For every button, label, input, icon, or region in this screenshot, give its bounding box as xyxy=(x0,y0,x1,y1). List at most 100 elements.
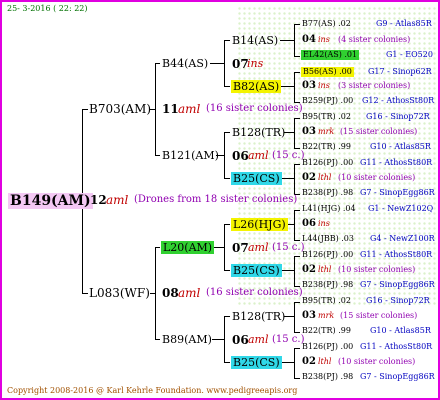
connector xyxy=(224,86,230,87)
dam-gen: 08 xyxy=(162,286,179,300)
note-l2-3: (15 c.) xyxy=(272,242,305,253)
connector xyxy=(280,40,294,41)
ancestor-a-2[interactable]: B56(AS) .00 xyxy=(301,67,354,77)
note-l2-2: (15 c.) xyxy=(272,150,305,161)
connector xyxy=(224,40,230,41)
connector xyxy=(224,132,225,178)
mid-note-4: (10 sister colonies) xyxy=(338,173,416,182)
ancestor-a-3[interactable]: B95(TR) .02 xyxy=(302,113,351,121)
queen-l2-1[interactable]: B44(AS) xyxy=(162,58,208,69)
mid-race-7: mrk xyxy=(318,311,335,320)
connector xyxy=(294,72,295,102)
gen-l2-4: 06 xyxy=(232,333,249,347)
connector xyxy=(294,302,295,332)
mid-gen-2: 03 xyxy=(302,80,316,91)
ancestor-b-tag-3: G10 - Atlas85R xyxy=(370,142,431,151)
mid-note-1: (4 sister colonies) xyxy=(338,35,411,44)
sire-gen: 11 xyxy=(162,102,179,116)
connector xyxy=(224,178,230,179)
ancestor-a-7[interactable]: B95(TR) .02 xyxy=(302,297,351,305)
dam-race: aml xyxy=(178,286,201,300)
ancestor-a-5[interactable]: L41(HJG) .04 xyxy=(302,205,356,213)
mid-note-7: (15 sister colonies) xyxy=(340,311,418,320)
connector xyxy=(82,109,88,110)
ancestor-b-2[interactable]: B259(PJ) .00 xyxy=(302,97,353,105)
connector xyxy=(294,210,300,211)
race-l2-3: aml xyxy=(248,241,269,254)
mid-gen-8: 02 xyxy=(302,356,316,367)
queen-l3-1[interactable]: B14(AS) xyxy=(232,35,278,46)
dam-note: (16 sister colonies) xyxy=(206,287,303,298)
ancestor-b-4[interactable]: B238(PJ) .98 xyxy=(302,189,353,197)
ancestor-b-7[interactable]: B22(TR) .99 xyxy=(302,327,351,335)
ancestor-a-tag-7: G16 - Sinop72R xyxy=(366,296,430,305)
mid-race-2: ins xyxy=(318,81,330,90)
header-date: 25- 3-2016 ( 22: 22) xyxy=(7,4,88,13)
note-l2-4: (15 c.) xyxy=(272,334,305,345)
queen-l2-2[interactable]: B121(AM) xyxy=(162,150,219,161)
connector xyxy=(224,40,225,86)
queen-l3-8[interactable]: B25(CS) xyxy=(231,356,282,369)
connector xyxy=(294,24,295,56)
root-note: (Drones from 18 sister colonies) xyxy=(134,194,298,205)
footer-copyright: Copyright 2008-2016 @ Karl Kehrle Founda… xyxy=(7,386,298,395)
dam-queen[interactable]: L083(WF) xyxy=(89,287,150,299)
mid-note-6: (10 sister colonies) xyxy=(338,265,416,274)
queen-l3-6[interactable]: B25(CS) xyxy=(231,264,282,277)
mid-race-5: ins xyxy=(318,219,330,228)
gen-l2-2: 06 xyxy=(232,149,249,163)
connector xyxy=(224,132,230,133)
connector xyxy=(294,302,300,303)
mid-gen-5: 06 xyxy=(302,218,316,229)
connector xyxy=(294,148,300,149)
root-gen: 12 xyxy=(90,193,107,207)
mid-note-2: (3 sister colonies) xyxy=(338,81,411,90)
queen-l2-3[interactable]: L20(AM) xyxy=(161,241,215,254)
connector xyxy=(224,224,230,225)
root-queen[interactable]: B149(AM) xyxy=(8,193,93,209)
mid-gen-4: 02 xyxy=(302,172,316,183)
queen-l3-2[interactable]: B82(AS) xyxy=(231,80,282,93)
mid-race-1: ins xyxy=(318,35,330,44)
ancestor-a-tag-8: G11 - AthosSt80R xyxy=(360,342,433,351)
connector xyxy=(294,56,300,57)
ancestor-a-6[interactable]: B126(PJ) .00 xyxy=(302,251,353,259)
connector xyxy=(82,293,88,294)
ancestor-b-8[interactable]: B238(PJ) .98 xyxy=(302,373,353,381)
queen-l3-5[interactable]: L26(HJG) xyxy=(231,218,288,231)
connector xyxy=(224,224,225,270)
ancestor-a-tag-1: G9 - Atlas85R xyxy=(376,19,432,28)
pedigree-frame: 25- 3-2016 ( 22: 22) Copyright 2008-2016… xyxy=(0,0,440,400)
queen-l3-4[interactable]: B25(CS) xyxy=(231,172,282,185)
connector xyxy=(210,63,224,64)
ancestor-b-tag-6: G7 - SinopEgg86R xyxy=(360,280,435,289)
ancestor-b-6[interactable]: B238(PJ) .98 xyxy=(302,281,353,289)
connector xyxy=(294,164,300,165)
ancestor-b-3[interactable]: B22(TR) .99 xyxy=(302,143,351,151)
mid-note-8: (10 sister colonies) xyxy=(338,357,416,366)
connector xyxy=(294,256,300,257)
connector xyxy=(155,63,160,64)
connector xyxy=(224,316,225,362)
queen-l3-7[interactable]: B128(TR) xyxy=(232,311,285,322)
connector xyxy=(294,24,300,25)
connector xyxy=(294,118,295,148)
ancestor-b-1[interactable]: EL42(AS) .01 xyxy=(301,50,360,60)
queen-l2-4[interactable]: B89(AM) xyxy=(162,334,212,345)
queen-l3-3[interactable]: B128(TR) xyxy=(232,127,285,138)
sire-queen[interactable]: B703(AM) xyxy=(89,103,151,115)
ancestor-a-tag-2: G17 - Sinop62R xyxy=(368,67,432,76)
connector xyxy=(284,316,294,317)
sire-race: aml xyxy=(178,102,201,116)
connector xyxy=(284,132,294,133)
ancestor-a-tag-3: G16 - Sinop72R xyxy=(366,112,430,121)
ancestor-a-8[interactable]: B126(PJ) .00 xyxy=(302,343,353,351)
ancestor-a-1[interactable]: B77(AS) .02 xyxy=(302,20,351,28)
connector xyxy=(294,118,300,119)
ancestor-a-4[interactable]: B126(PJ) .00 xyxy=(302,159,353,167)
ancestor-b-tag-1: G1 - EO520 xyxy=(386,50,433,59)
race-l2-4: aml xyxy=(248,333,269,346)
ancestor-b-5[interactable]: L44(JBB) .03 xyxy=(302,235,354,243)
ancestor-b-tag-2: G12 - AthosSt80R xyxy=(362,96,435,105)
ancestor-a-tag-4: G11 - AthosSt80R xyxy=(360,158,433,167)
